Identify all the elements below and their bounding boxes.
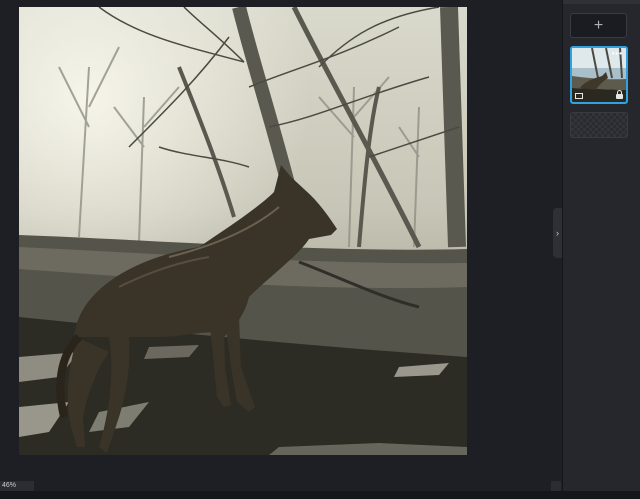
layers-panel: + ••• [562, 0, 640, 491]
canvas-corner-handle [551, 481, 561, 491]
canvas-image[interactable] [19, 7, 467, 455]
layer-menu-icon[interactable]: ••• [612, 50, 623, 58]
canvas-area[interactable] [0, 0, 561, 480]
lock-icon[interactable] [616, 90, 623, 99]
collapse-panel-toggle[interactable]: › [553, 208, 562, 258]
empty-layer-slot[interactable] [570, 112, 628, 138]
status-bar [0, 491, 640, 499]
layer-thumbnail-selected[interactable]: ••• [570, 46, 628, 104]
add-layer-button[interactable]: + [570, 13, 627, 38]
zoom-level-label[interactable]: 46% [0, 481, 34, 491]
image-layer-icon [575, 93, 583, 99]
panel-header-strip [563, 0, 640, 4]
